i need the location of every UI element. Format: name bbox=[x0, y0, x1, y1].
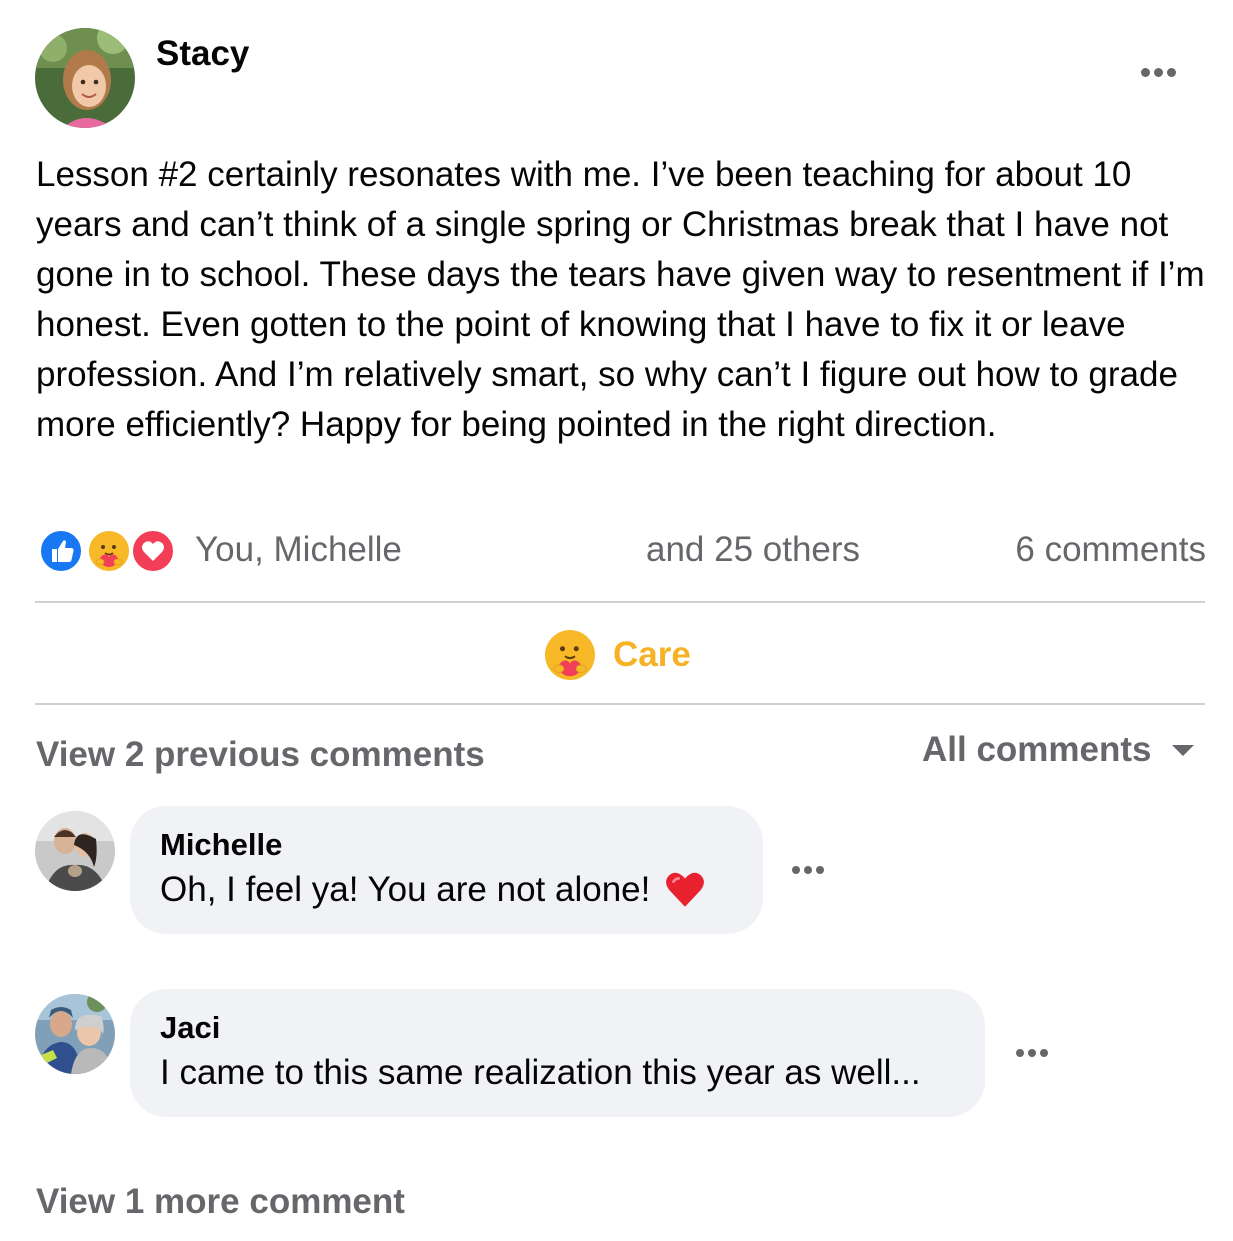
commenter-avatar-image bbox=[35, 994, 115, 1074]
comment-more-options-icon[interactable] bbox=[792, 866, 824, 874]
dot bbox=[1016, 1049, 1024, 1057]
reaction-icons[interactable] bbox=[38, 528, 178, 574]
author-avatar-image bbox=[35, 28, 135, 128]
like-icon bbox=[38, 528, 84, 574]
dot bbox=[804, 866, 812, 874]
divider bbox=[35, 703, 1205, 705]
care-icon bbox=[86, 528, 132, 574]
dot bbox=[792, 866, 800, 874]
view-previous-comments-link[interactable]: View 2 previous comments bbox=[36, 735, 485, 775]
dot bbox=[1167, 68, 1176, 77]
commenter-name[interactable]: Jaci bbox=[160, 1007, 955, 1049]
commenter-name[interactable]: Michelle bbox=[160, 824, 733, 866]
comment-filter-label: All comments bbox=[922, 730, 1152, 769]
caret-down-icon bbox=[1171, 744, 1194, 756]
comment-text-row: I came to this same realization this yea… bbox=[160, 1049, 955, 1097]
comment-more-options-icon[interactable] bbox=[1016, 1049, 1048, 1057]
reaction-names[interactable]: You, Michelle bbox=[195, 530, 402, 570]
comment-bubble: Jaci I came to this same realization thi… bbox=[130, 989, 985, 1117]
comment-text: Oh, I feel ya! You are not alone! bbox=[160, 870, 651, 909]
post-more-options-icon[interactable] bbox=[1141, 68, 1176, 77]
view-more-comments-link[interactable]: View 1 more comment bbox=[36, 1182, 405, 1222]
dot bbox=[1141, 68, 1150, 77]
comment-text[interactable]: I came to this same realization this yea… bbox=[160, 1049, 921, 1097]
comment-bubble: Michelle Oh, I feel ya! You are not alon… bbox=[130, 806, 763, 934]
post-card: Stacy Lesson #2 certainly resonates with… bbox=[0, 0, 1233, 1241]
care-reaction-button[interactable]: Care bbox=[545, 630, 691, 680]
commenter-avatar[interactable] bbox=[35, 811, 115, 891]
comment-count[interactable]: 6 comments bbox=[1015, 530, 1206, 570]
commenter-avatar[interactable] bbox=[35, 994, 115, 1074]
author-avatar[interactable] bbox=[35, 28, 135, 128]
dot bbox=[1154, 68, 1163, 77]
dot bbox=[816, 866, 824, 874]
author-name[interactable]: Stacy bbox=[156, 34, 249, 74]
post-body-text: Lesson #2 certainly resonates with me. I… bbox=[36, 155, 1205, 444]
red-heart-icon bbox=[664, 869, 706, 911]
reaction-others[interactable]: and 25 others bbox=[646, 530, 860, 570]
care-label: Care bbox=[613, 635, 691, 674]
care-icon bbox=[545, 630, 595, 680]
commenter-avatar-image bbox=[35, 811, 115, 891]
comment-filter-dropdown[interactable]: All comments bbox=[922, 730, 1194, 770]
reaction-summary-row: You, Michelle and 25 others 6 comments bbox=[38, 526, 1206, 576]
love-icon bbox=[130, 528, 176, 574]
divider bbox=[35, 601, 1205, 603]
comment-text-row: Oh, I feel ya! You are not alone! bbox=[160, 866, 733, 914]
dot bbox=[1040, 1049, 1048, 1057]
dot bbox=[1028, 1049, 1036, 1057]
